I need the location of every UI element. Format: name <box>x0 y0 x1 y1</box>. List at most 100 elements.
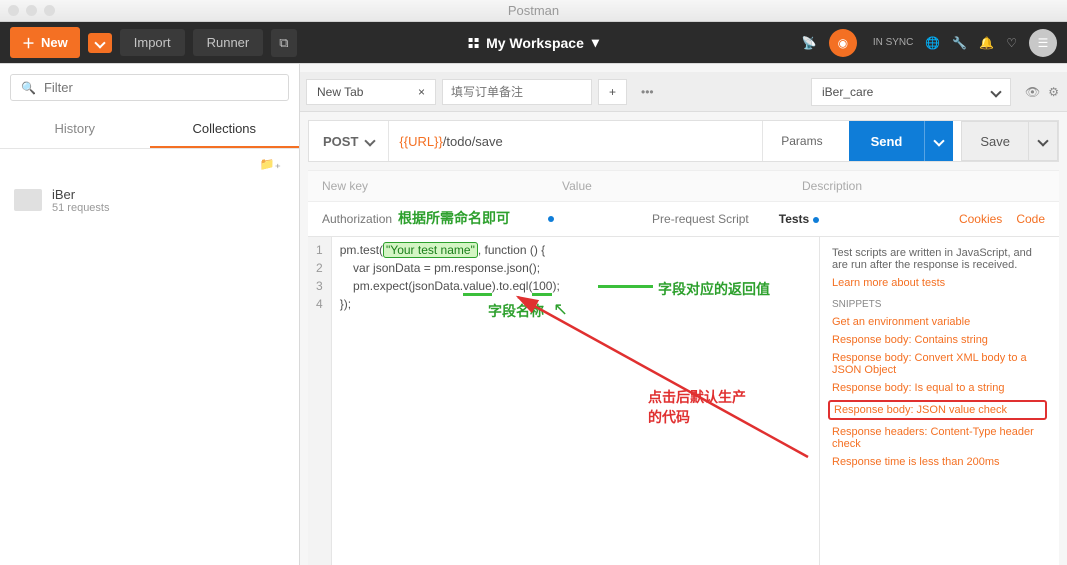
plus-icon: ＋ <box>22 33 35 52</box>
snippet-item[interactable]: Response body: Contains string <box>832 334 1047 346</box>
code-editor[interactable]: 1234 pm.test("Your test name", function … <box>308 237 819 565</box>
anno-line1: 点击后默认生产 <box>648 387 746 407</box>
heart-icon[interactable]: ♡ <box>1006 36 1017 50</box>
tab-label: New Tab <box>317 85 363 99</box>
code-link[interactable]: Code <box>1016 212 1045 226</box>
header-value-col[interactable]: Value <box>548 179 788 193</box>
header-desc-col[interactable]: Description <box>788 179 876 193</box>
environment-selector[interactable]: iBer_care <box>811 78 1011 106</box>
code-string: "Your test name" <box>383 242 478 258</box>
wrench-icon[interactable]: 🔧 <box>952 36 967 50</box>
topbar-right: 📡 ◉ IN SYNC 🌐 🔧 🔔 ♡ ☰ <box>802 29 1057 57</box>
workspace-label: My Workspace <box>486 35 584 51</box>
code-field: value <box>463 279 492 296</box>
cookies-link[interactable]: Cookies <box>959 212 1002 226</box>
new-button[interactable]: ＋ New <box>10 27 80 58</box>
arrow-icon: ↖ <box>553 299 568 320</box>
code-value: 100 <box>532 279 552 296</box>
url-path: /todo/save <box>443 134 503 149</box>
request-subtabs: Authorization 根据所需命名即可 Pre-request Scrip… <box>308 202 1059 237</box>
code-line: var jsonData = pm.response.json(); <box>340 261 540 275</box>
snippet-item[interactable]: Get an environment variable <box>832 316 1047 328</box>
learn-more-link[interactable]: Learn more about tests <box>832 277 1047 289</box>
send-button[interactable]: Send <box>849 121 925 161</box>
sidebar-tabs: History Collections <box>0 111 299 149</box>
save-dropdown[interactable] <box>1029 121 1058 161</box>
close-icon[interactable]: × <box>418 85 425 99</box>
sync-badge[interactable]: ◉ <box>829 29 857 57</box>
snippet-item[interactable]: Response body: Convert XML body to a JSO… <box>832 352 1047 376</box>
sync-label: IN SYNC <box>873 37 914 48</box>
anno-line2: 的代码 <box>648 407 746 427</box>
snippets-header: SNIPPETS <box>832 299 1047 310</box>
snippets-desc: Test scripts are written in JavaScript, … <box>832 247 1047 271</box>
snippet-item[interactable]: Response body: Is equal to a string <box>832 382 1047 394</box>
bell-icon[interactable]: 🔔 <box>979 36 994 50</box>
new-folder-button[interactable]: 📁₊ <box>0 149 299 179</box>
snippet-json-value-check[interactable]: Response body: JSON value check <box>828 400 1047 420</box>
tab-history[interactable]: History <box>0 111 150 148</box>
save-button[interactable]: Save <box>961 121 1029 161</box>
tab-collections[interactable]: Collections <box>150 111 300 148</box>
workspace-selector[interactable]: My Workspace ▾ <box>468 34 599 51</box>
chevron-down-icon <box>1037 135 1048 146</box>
annotation-click-hint: 点击后默认生产 的代码 <box>648 387 746 427</box>
avatar[interactable]: ☰ <box>1029 29 1057 57</box>
window-title: Postman <box>0 3 1067 18</box>
code-token: ).to.eql( <box>492 279 533 293</box>
dot-indicator <box>813 217 819 223</box>
snippet-item[interactable]: Response time is less than 200ms <box>832 456 1047 468</box>
annotation-field-name: 字段名称 <box>488 301 544 321</box>
content: New Tab × + ••• iBer_care 👁 ⚙ POST {{URL… <box>300 64 1067 565</box>
send-dropdown[interactable] <box>924 121 953 161</box>
filter-input[interactable] <box>44 80 278 95</box>
satellite-icon[interactable]: 📡 <box>802 36 817 50</box>
new-window-icon[interactable]: ⧉ <box>271 29 296 57</box>
method-label: POST <box>323 134 358 149</box>
editor-wrap: 1234 pm.test("Your test name", function … <box>308 237 1059 565</box>
chevron-down-icon <box>94 37 105 48</box>
globe-icon[interactable]: 🌐 <box>925 36 940 50</box>
method-selector[interactable]: POST <box>309 121 389 161</box>
note-input[interactable] <box>442 79 592 105</box>
code-line: }); <box>340 297 351 311</box>
subtab-auth-label: Authorization <box>322 212 392 226</box>
subtab-tests[interactable]: Tests <box>779 212 819 226</box>
url-input[interactable]: {{URL}}/todo/save <box>389 121 762 161</box>
add-tab-button[interactable]: + <box>598 79 627 105</box>
eye-icon[interactable]: 👁 <box>1025 85 1040 99</box>
import-button[interactable]: Import <box>120 29 185 56</box>
subtab-auth[interactable]: Authorization <box>322 212 392 226</box>
sidebar: 🔍 History Collections 📁₊ iBer 51 request… <box>0 64 300 565</box>
runner-button[interactable]: Runner <box>193 29 264 56</box>
subtab-prerequest[interactable]: Pre-request Script <box>652 212 749 226</box>
subtab-tests-label: Tests <box>779 212 809 226</box>
snippets-panel: Test scripts are written in JavaScript, … <box>819 237 1059 565</box>
dot-indicator <box>548 216 554 222</box>
code-content[interactable]: pm.test("Your test name", function () { … <box>332 237 568 565</box>
chevron-down-icon <box>990 86 1001 97</box>
line-gutter: 1234 <box>308 237 332 565</box>
snippet-item[interactable]: Response headers: Content-Type header ch… <box>832 426 1047 450</box>
filter-box[interactable]: 🔍 <box>10 74 289 101</box>
env-label: iBer_care <box>822 85 873 99</box>
new-label: New <box>41 35 68 50</box>
code-token: pm.expect(jsonData. <box>340 279 463 293</box>
url-variable: {{URL}} <box>399 134 442 149</box>
annotation-name-hint: 根据所需命名即可 <box>398 208 510 228</box>
new-dropdown[interactable] <box>88 33 112 53</box>
header-key-col[interactable]: New key <box>308 179 548 193</box>
collection-name: iBer <box>52 187 109 202</box>
tab-row: New Tab × + ••• iBer_care 👁 ⚙ <box>300 72 1067 112</box>
chevron-down-icon: ▾ <box>592 34 599 51</box>
annotation-field-value: 字段对应的返回值 <box>658 279 770 299</box>
request-row: POST {{URL}}/todo/save Params Send Save <box>308 120 1059 162</box>
request-tab[interactable]: New Tab × <box>306 79 436 105</box>
tab-menu-button[interactable]: ••• <box>633 80 662 104</box>
grid-icon <box>468 38 478 48</box>
code-token: ); <box>552 279 559 293</box>
params-button[interactable]: Params <box>762 121 840 161</box>
collection-item[interactable]: iBer 51 requests <box>0 179 299 222</box>
chevron-down-icon <box>934 135 945 146</box>
gear-icon[interactable]: ⚙ <box>1048 85 1059 99</box>
